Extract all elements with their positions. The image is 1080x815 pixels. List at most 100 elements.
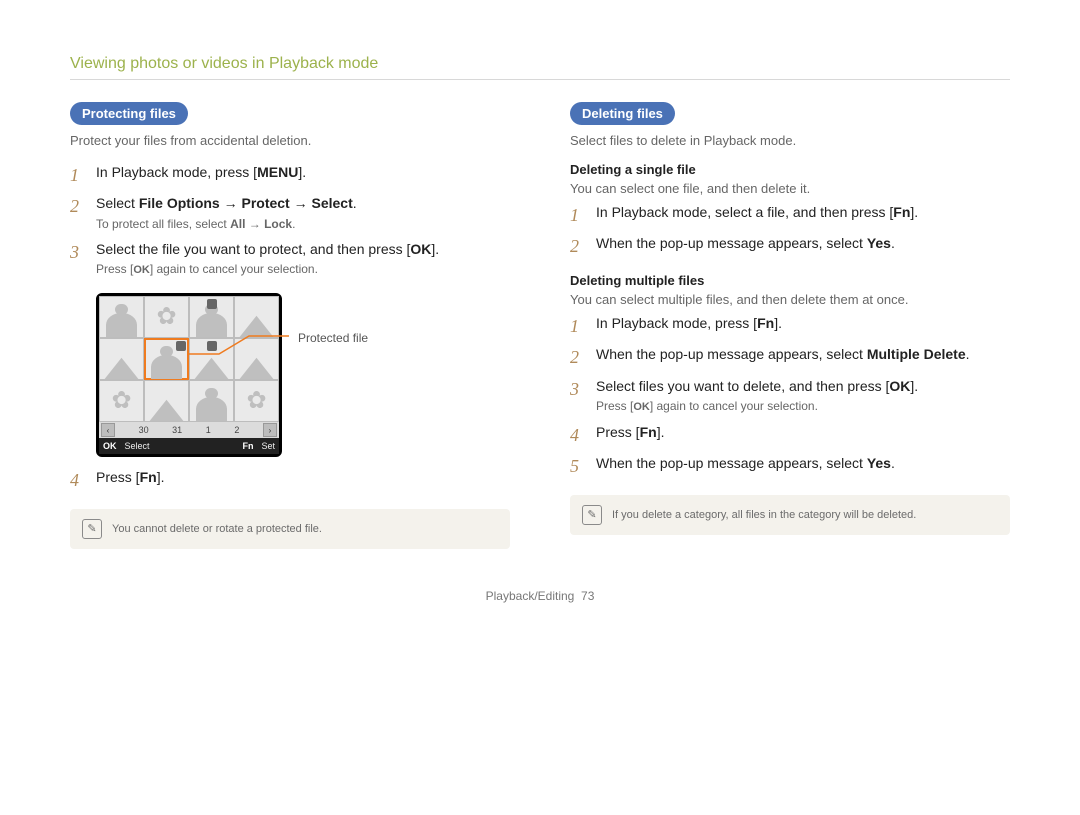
control-bar: OK Select Fn Set [99,438,279,454]
thumb-flower: ✿ [144,296,189,338]
step-text: Select the file you want to protect, and… [96,241,410,257]
date-pager: ‹ 30 31 1 2 › [99,422,279,438]
page-footer: Playback/Editing 73 [70,589,1010,603]
ok-key: OK [889,378,910,394]
menu-path: All → Lock [230,217,292,231]
step-number: 3 [70,239,86,279]
step-number: 2 [570,233,586,258]
fn-key: Fn [140,469,157,485]
single-step-2: 2 When the pop-up message appears, selec… [570,233,1010,258]
note-box-protect: ✎ You cannot delete or rotate a protecte… [70,509,510,549]
step-text: When the pop-up message appears, select [596,346,867,362]
multiple-delete: Multiple Delete [867,346,966,362]
substep-text: ] again to cancel your selection. [150,262,318,276]
protect-step-4: 4 Press [Fn]. [70,467,510,492]
step-number: 2 [570,344,586,369]
protect-step-3: 3 Select the file you want to protect, a… [70,239,510,279]
fn-key-label: Fn [242,441,253,451]
step-text: Press [ [96,469,140,485]
single-desc: You can select one file, and then delete… [570,181,1010,196]
thumb-selected [144,338,189,380]
ok-key: OK [633,401,650,413]
protect-step-1: 1 In Playback mode, press [MENU]. [70,162,510,187]
step-text: Select [96,195,139,211]
substep-text: ] again to cancel your selection. [650,399,818,413]
section-pill-deleting: Deleting files [570,102,675,125]
ok-key: OK [133,264,150,276]
substep-text: . [292,217,295,231]
step-text: . [891,235,895,251]
ok-key-label: OK [103,441,117,451]
step-text: ]. [910,204,918,220]
footer-page: 73 [581,589,594,603]
subhead-single: Deleting a single file [570,162,1010,177]
thumb-person [189,380,234,422]
step-number: 3 [570,376,586,416]
callout-line [189,342,289,362]
step-text: In Playback mode, press [ [96,164,257,180]
single-step-1: 1 In Playback mode, select a file, and t… [570,202,1010,227]
thumb-person [189,296,234,338]
multi-step-1: 1 In Playback mode, press [Fn]. [570,313,1010,338]
multi-step-2: 2 When the pop-up message appears, selec… [570,344,1010,369]
thumb-mount [99,338,144,380]
thumb-flower: ✿ [234,380,279,422]
manual-page: Viewing photos or videos in Playback mod… [0,0,1080,633]
step-text: ]. [298,164,306,180]
date-val: 1 [206,425,211,435]
camera-ui-mock: ✿ ✿ ✿ ‹ 30 3 [96,293,282,457]
note-icon: ✎ [82,519,102,539]
date-val: 2 [234,425,239,435]
note-text: If you delete a category, all files in t… [612,509,916,521]
step-number: 2 [70,193,86,233]
ok-action: Select [125,441,150,451]
lock-icon [207,299,217,309]
confirm-yes: Yes [867,455,891,471]
substep-text: To protect all files, select [96,217,230,231]
step-text: ]. [657,424,665,440]
multi-step-4: 4 Press [Fn]. [570,422,1010,447]
thumb-mount [234,296,279,338]
step-number: 1 [70,162,86,187]
step-text: ]. [910,378,918,394]
figure-caption: Protected file [298,331,368,345]
two-column-layout: Protecting files Protect your files from… [70,102,1010,549]
step-text: When the pop-up message appears, select [596,235,867,251]
step-text: When the pop-up message appears, select [596,455,867,471]
step-number: 1 [570,202,586,227]
right-column: Deleting files Select files to delete in… [570,102,1010,549]
camera-figure: ✿ ✿ ✿ ‹ 30 3 [96,293,510,457]
fn-key: Fn [893,204,910,220]
fn-key: Fn [757,315,774,331]
step-text: ]. [157,469,165,485]
step-number: 1 [570,313,586,338]
step-number: 4 [570,422,586,447]
multiple-desc: You can select multiple files, and then … [570,292,1010,307]
ok-key: OK [410,241,431,257]
fn-key: Fn [640,424,657,440]
substep-text: Press [ [96,262,133,276]
confirm-yes: Yes [867,235,891,251]
step-text: . [966,346,970,362]
menu-key: MENU [257,164,298,180]
date-val: 30 [139,425,149,435]
step-text: In Playback mode, select a file, and the… [596,204,893,220]
step-text: ]. [774,315,782,331]
note-text: You cannot delete or rotate a protected … [112,523,322,535]
lock-icon [176,341,186,351]
protect-intro: Protect your files from accidental delet… [70,133,510,148]
step-text: ]. [431,241,439,257]
menu-path: File Options → Protect → Select [139,195,353,211]
subhead-multiple: Deleting multiple files [570,273,1010,288]
section-pill-protecting: Protecting files [70,102,188,125]
fn-action: Set [261,441,275,451]
thumb-mount [144,380,189,422]
left-column: Protecting files Protect your files from… [70,102,510,549]
delete-intro: Select files to delete in Playback mode. [570,133,1010,148]
step-text: . [353,195,357,211]
step-text: Select files you want to delete, and the… [596,378,889,394]
next-arrow-icon: › [263,423,277,437]
prev-arrow-icon: ‹ [101,423,115,437]
multi-step-3: 3 Select files you want to delete, and t… [570,376,1010,416]
footer-section: Playback/Editing [486,589,575,603]
